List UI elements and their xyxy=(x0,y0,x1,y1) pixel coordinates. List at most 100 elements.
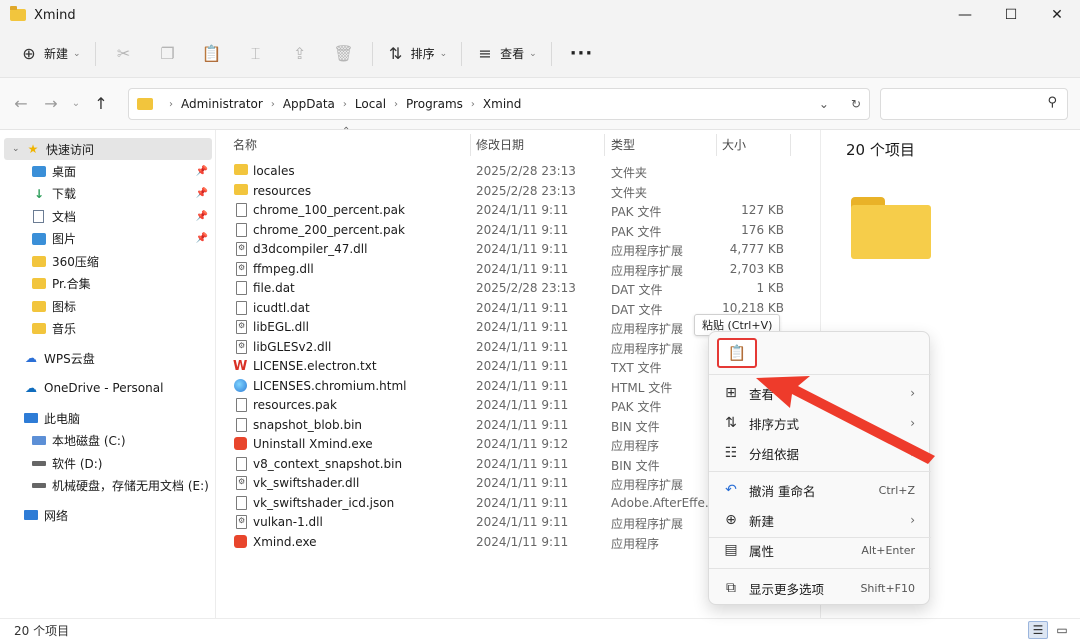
toolbar-divider xyxy=(94,41,96,66)
share-button[interactable]: ⇪ xyxy=(278,38,322,70)
history-chevron-icon[interactable]: ⌄ xyxy=(819,97,829,111)
sidebar-item-music[interactable]: 音乐 xyxy=(32,318,216,340)
rename-icon: ⌶ xyxy=(250,43,261,63)
table-row[interactable]: ffmpeg.dll 2024/1/11 9:11 应用程序扩展 2,703 KB xyxy=(216,260,820,280)
paste-button[interactable]: 📋 xyxy=(190,38,234,70)
document-icon xyxy=(33,209,44,223)
file-icon xyxy=(236,281,247,295)
breadcrumb-chevron-icon[interactable]: › xyxy=(169,99,173,110)
address-bar[interactable]: › Administrator › AppData › Local › Prog… xyxy=(128,88,870,120)
paste-menu-button[interactable]: 📋 xyxy=(717,338,757,368)
new-button[interactable]: ⊕ 新建 ⌄ xyxy=(12,38,89,70)
breadcrumb-chevron-icon[interactable]: › xyxy=(343,99,347,110)
breadcrumb-local[interactable]: Local xyxy=(355,97,386,111)
sidebar-item-wps-cloud[interactable]: ☁ WPS云盘 xyxy=(24,347,214,369)
edge-icon xyxy=(234,378,247,392)
menu-item-properties[interactable]: ▤ 属性 Alt+Enter xyxy=(709,536,931,564)
maximize-button[interactable]: ☐ xyxy=(988,0,1034,30)
up-arrow-icon[interactable]: ↑ xyxy=(86,94,116,113)
sidebar-item-drive-c[interactable]: 本地磁盘 (C:) xyxy=(32,430,216,452)
sidebar-item-drive-e[interactable]: 机械硬盘，存储无用文档 (E:) xyxy=(32,475,216,497)
breadcrumb-appdata[interactable]: AppData xyxy=(283,97,335,111)
menu-item-sort[interactable]: ⇅ 排序方式 › xyxy=(709,409,931,437)
toolbar-divider xyxy=(461,41,463,66)
column-header-name[interactable]: 名称 xyxy=(233,130,257,158)
cell-date: 2024/1/11 9:11 xyxy=(476,359,569,373)
cell-type: BIN 文件 xyxy=(611,419,660,434)
delete-button[interactable]: 🗑 xyxy=(322,38,366,70)
pin-icon: 📌 xyxy=(195,233,208,244)
sidebar-item-this-pc[interactable]: 此电脑 xyxy=(24,407,214,429)
back-arrow-icon[interactable]: ← xyxy=(6,94,36,113)
more-options-button[interactable]: ··· xyxy=(558,43,606,64)
cell-type: PAK 文件 xyxy=(611,205,662,219)
column-divider[interactable] xyxy=(790,134,791,156)
forward-arrow-icon[interactable]: → xyxy=(36,94,66,113)
table-row[interactable]: locales 2025/2/28 23:13 文件夹 xyxy=(216,162,820,182)
table-row[interactable]: d3dcompiler_47.dll 2024/1/11 9:11 应用程序扩展 4,… xyxy=(216,240,820,260)
picture-icon xyxy=(32,232,46,245)
onedrive-icon: ☁ xyxy=(25,381,37,395)
table-row[interactable]: file.dat 2025/2/28 23:13 DAT 文件 1 KB xyxy=(216,279,820,299)
close-button[interactable]: ✕ xyxy=(1034,0,1080,30)
menu-item-undo[interactable]: ↶ 撤消 重命名 Ctrl+Z xyxy=(709,476,931,504)
column-header-type[interactable]: 类型 xyxy=(611,130,635,158)
cell-date: 2024/1/11 9:11 xyxy=(476,300,569,315)
recent-chevron-icon[interactable]: ⌄ xyxy=(66,98,86,109)
sidebar-item-quick-access[interactable]: ⌄ ★ 快速访问 xyxy=(4,138,212,160)
breadcrumb-chevron-icon[interactable]: › xyxy=(271,99,275,110)
search-input[interactable]: ⚲ xyxy=(880,88,1068,120)
sidebar-item-drive-d[interactable]: 软件 (D:) xyxy=(32,452,216,474)
menu-divider xyxy=(709,568,931,569)
column-divider[interactable] xyxy=(716,134,717,156)
sidebar-item-documents[interactable]: 文档 📌 xyxy=(32,205,216,227)
minimize-button[interactable]: — xyxy=(942,0,988,30)
tiles-view-icon[interactable]: ▭ xyxy=(1052,621,1072,639)
sidebar-item-onedrive[interactable]: ☁ OneDrive - Personal xyxy=(24,377,214,399)
sort-button[interactable]: ⇅ 排序 ⌄ xyxy=(379,38,456,70)
toolbar-divider xyxy=(371,41,373,66)
column-divider[interactable] xyxy=(604,134,605,156)
table-row[interactable]: resources 2025/2/28 23:13 文件夹 xyxy=(216,182,820,202)
cell-date: 2024/1/11 9:11 xyxy=(476,534,569,549)
list-icon: ≡ xyxy=(478,44,492,63)
menu-item-new[interactable]: ⊕ 新建 › xyxy=(709,506,931,534)
sidebar-item-desktop[interactable]: 桌面 📌 xyxy=(32,160,216,182)
cell-date: 2024/1/11 9:11 xyxy=(476,476,569,490)
copy-button[interactable]: ❐ xyxy=(146,38,190,70)
breadcrumb-administrator[interactable]: Administrator xyxy=(181,97,263,111)
menu-item-group-by[interactable]: ☷ 分组依据 › xyxy=(709,439,931,467)
cell-type: 文件夹 xyxy=(611,166,648,180)
sidebar-item-pr-collection[interactable]: Pr.合集 xyxy=(32,273,216,295)
file-icon xyxy=(236,203,247,217)
sidebar-item-360zip[interactable]: 360压缩 xyxy=(32,250,216,272)
sidebar-item-downloads[interactable]: ↓ 下载 📌 xyxy=(32,183,216,205)
file-icon xyxy=(236,222,247,237)
sidebar-item-icons[interactable]: 图标 xyxy=(32,295,216,317)
cell-date: 2024/1/11 9:11 xyxy=(476,495,569,510)
details-view-icon[interactable]: ☰ xyxy=(1028,621,1048,639)
folder-icon xyxy=(32,300,46,312)
breadcrumb-programs[interactable]: Programs xyxy=(406,97,463,111)
sidebar-item-label: 360压缩 xyxy=(52,254,99,269)
column-header-date[interactable]: 修改日期 xyxy=(476,130,524,158)
cell-name: chrome_200_percent.pak xyxy=(253,222,405,237)
breadcrumb-chevron-icon[interactable]: › xyxy=(394,99,398,110)
view-button[interactable]: ≡ 查看 ⌄ xyxy=(468,38,545,70)
chevron-right-icon: › xyxy=(910,513,915,527)
column-divider[interactable] xyxy=(470,134,471,156)
refresh-icon[interactable]: ↻ xyxy=(851,97,861,111)
sidebar-item-pictures[interactable]: 图片 📌 xyxy=(32,228,216,250)
column-header-size[interactable]: 大小 xyxy=(722,130,746,158)
view-toggle: ☰ ▭ xyxy=(1028,621,1072,639)
sidebar-item-network[interactable]: 网络 xyxy=(24,504,214,526)
cell-date: 2025/2/28 23:13 xyxy=(476,183,576,198)
breadcrumb-chevron-icon[interactable]: › xyxy=(471,99,475,110)
breadcrumb-xmind[interactable]: Xmind xyxy=(483,97,521,111)
menu-item-show-more-options[interactable]: ⧉ 显示更多选项 Shift+F10 xyxy=(709,574,931,602)
menu-item-view[interactable]: ⊞ 查看 › xyxy=(709,379,931,407)
cut-button[interactable]: ✂ xyxy=(102,38,146,70)
table-row[interactable]: chrome_100_percent.pak 2024/1/11 9:11 PAK … xyxy=(216,201,820,221)
rename-button[interactable]: ⌶ xyxy=(234,38,278,70)
table-row[interactable]: chrome_200_percent.pak 2024/1/11 9:11 PAK … xyxy=(216,221,820,241)
